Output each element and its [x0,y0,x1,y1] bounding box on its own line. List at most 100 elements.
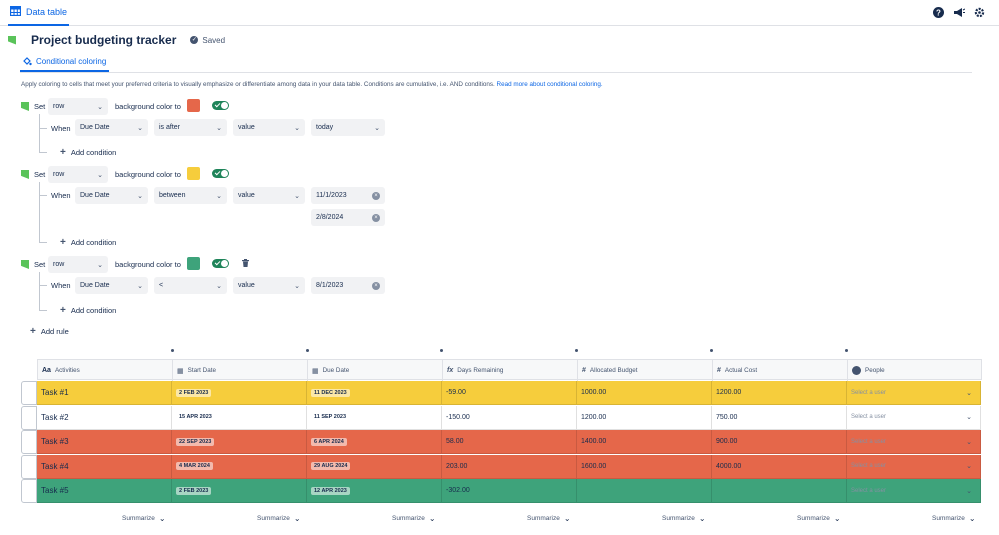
summarize-button[interactable]: Summarize ⌄ [932,514,976,523]
condition-type-select[interactable]: value ⌄ [233,187,305,204]
condition-value2-input[interactable]: 2/8/2024 × [311,209,385,226]
add-condition-button[interactable]: + Add condition [60,237,116,248]
coloring-description: Apply coloring to cells that meet your p… [21,81,603,88]
budget-cell[interactable]: 1400.00 [577,430,712,454]
condition-value-input[interactable]: 11/1/2023 × [311,187,385,204]
rule-target-select[interactable]: row ⌄ [48,166,108,183]
column-header-people[interactable]: People [848,360,981,381]
summarize-button[interactable]: Summarize ⌄ [662,514,706,523]
start-date-cell[interactable]: 2 FEB 2023 [172,381,307,405]
condition-value-input[interactable]: 8/1/2023 × [311,277,385,294]
rule-target-value: row [53,171,65,178]
condition-operator-select[interactable]: < ⌄ [154,277,227,294]
formula-icon: fx [447,367,454,374]
rule-color-swatch[interactable] [187,257,200,270]
rule-target-select[interactable]: row ⌄ [48,256,108,273]
start-date-cell[interactable]: 22 SEP 2023 [172,430,307,454]
start-date-cell[interactable]: 15 APR 2023 [172,405,307,430]
cost-cell[interactable] [712,479,847,503]
user-select-placeholder: Select a user [851,414,887,420]
people-cell[interactable]: Select a user ⌄ [847,405,981,430]
paint-bucket-icon [23,57,32,66]
condition-type-select[interactable]: value ⌄ [233,119,305,136]
people-cell[interactable]: Select a user ⌄ [847,381,981,405]
clear-icon[interactable]: × [372,281,380,290]
condition-operator-select[interactable]: is after ⌄ [154,119,227,136]
column-header-days-remaining[interactable]: fx Days Remaining [443,360,578,381]
budget-cell[interactable]: 1600.00 [577,454,712,479]
trash-icon[interactable] [242,259,249,267]
days-remaining-cell[interactable]: -302.00 [442,479,577,503]
due-date-cell[interactable]: 11 DEC 2023 [307,381,442,405]
activity-cell[interactable]: Task #3 [37,430,172,454]
people-cell[interactable]: Select a user ⌄ [847,479,981,503]
cost-cell[interactable]: 4000.00 [712,454,847,479]
cost-value: 750.00 [716,413,738,421]
cost-cell[interactable]: 750.00 [712,405,847,430]
rule-color-swatch[interactable] [187,99,200,112]
table-icon [10,6,21,16]
due-date-cell[interactable]: 29 AUG 2024 [307,454,442,479]
settings-icon[interactable] [974,7,985,18]
condition-type-select[interactable]: value ⌄ [233,277,305,294]
due-date-cell[interactable]: 11 SEP 2023 [307,405,442,430]
column-header-start-date[interactable]: ▦ Start Date [173,360,308,381]
activity-cell[interactable]: Task #4 [37,454,172,479]
budget-cell[interactable] [577,479,712,503]
row-handle[interactable] [21,479,37,503]
rule-enable-toggle[interactable] [212,259,229,268]
days-remaining-cell[interactable]: 58.00 [442,430,577,454]
activity-cell[interactable]: Task #2 [37,405,172,430]
row-handle[interactable] [21,430,37,454]
rule-target-select[interactable]: row ⌄ [48,98,108,115]
condition-field-select[interactable]: Due Date ⌄ [75,187,148,204]
summarize-button[interactable]: Summarize ⌄ [257,514,301,523]
column-header-actual-cost[interactable]: # Actual Cost [713,360,848,381]
add-condition-button[interactable]: + Add condition [60,305,116,316]
cost-cell[interactable]: 900.00 [712,430,847,454]
due-date-cell[interactable]: 6 APR 2024 [307,430,442,454]
rule-enable-toggle[interactable] [212,101,229,110]
column-header-activities[interactable]: Aa Activities [38,360,173,381]
help-icon[interactable]: ? [933,7,944,18]
tab-data-table[interactable]: Data table [8,6,70,26]
rule-color-swatch[interactable] [187,167,200,180]
rule-enable-toggle[interactable] [212,169,229,178]
days-remaining-cell[interactable]: -59.00 [442,381,577,405]
condition-field-select[interactable]: Due Date ⌄ [75,119,148,136]
cost-cell[interactable]: 1200.00 [712,381,847,405]
start-date-cell[interactable]: 2 FEB 2023 [172,479,307,503]
condition-operator-value: is after [159,124,181,131]
budget-cell[interactable]: 1200.00 [577,405,712,430]
row-handle[interactable] [21,454,37,479]
column-header-allocated-budget[interactable]: # Allocated Budget [578,360,713,381]
summarize-button[interactable]: Summarize ⌄ [797,514,841,523]
clear-icon[interactable]: × [372,213,380,222]
days-remaining-cell[interactable]: -150.00 [442,405,577,430]
megaphone-icon[interactable] [953,7,965,18]
column-header-due-date[interactable]: ▦ Due Date [308,360,443,381]
chevron-down-icon: ⌄ [966,487,972,495]
start-date-cell[interactable]: 4 MAR 2024 [172,454,307,479]
add-condition-button[interactable]: + Add condition [60,147,116,158]
add-rule-button[interactable]: + Add rule [30,326,69,337]
people-cell[interactable]: Select a user ⌄ [847,430,981,454]
people-cell[interactable]: Select a user ⌄ [847,454,981,479]
chevron-down-icon: ⌄ [216,124,222,132]
tab-conditional-coloring[interactable]: Conditional coloring [20,53,110,72]
activity-cell[interactable]: Task #5 [37,479,172,503]
days-remaining-cell[interactable]: 203.00 [442,454,577,479]
row-handle[interactable] [21,381,37,405]
budget-cell[interactable]: 1000.00 [577,381,712,405]
summarize-button[interactable]: Summarize ⌄ [527,514,571,523]
clear-icon[interactable]: × [372,191,380,200]
condition-operator-select[interactable]: between ⌄ [154,187,227,204]
row-handle[interactable] [21,405,37,430]
read-more-link[interactable]: Read more about conditional coloring. [497,81,603,88]
condition-field-select[interactable]: Due Date ⌄ [75,277,148,294]
summarize-button[interactable]: Summarize ⌄ [392,514,436,523]
condition-value-select[interactable]: today ⌄ [311,119,385,136]
activity-cell[interactable]: Task #1 [37,381,172,405]
due-date-cell[interactable]: 12 APR 2023 [307,479,442,503]
summarize-button[interactable]: Summarize ⌄ [122,514,166,523]
